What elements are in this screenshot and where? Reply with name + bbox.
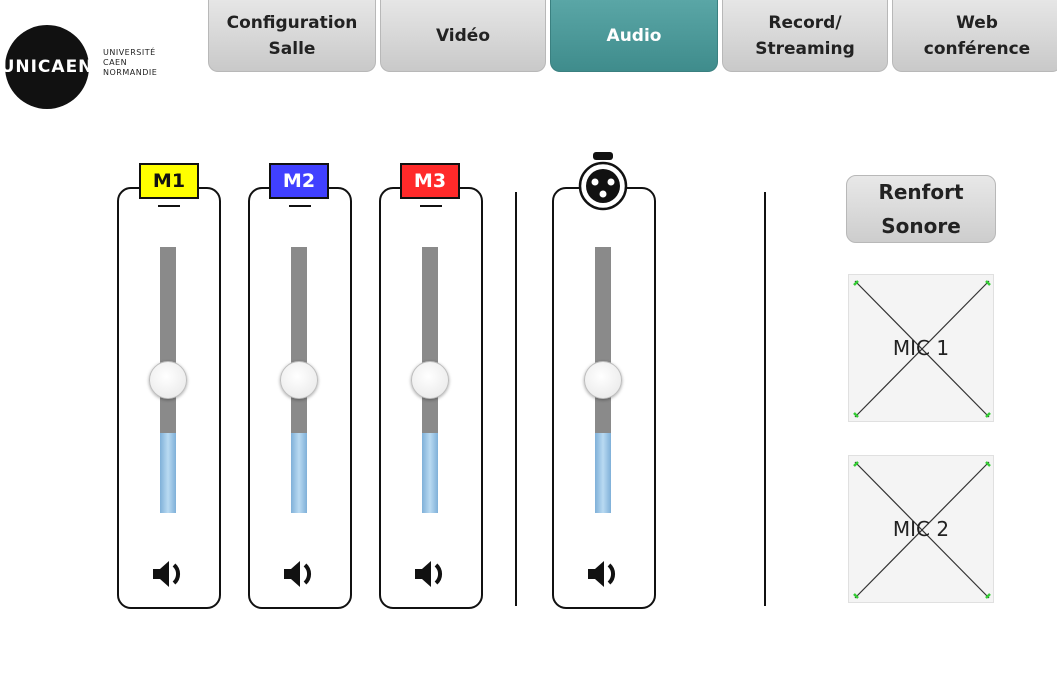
- logo-mark: UNICAEN: [1, 25, 92, 109]
- university-logo: UNICAEN UNIVERSITÉ CAEN NORMANDIE: [1, 20, 175, 110]
- speaker-icon[interactable]: [585, 556, 621, 592]
- fader-knob-xlr[interactable]: [584, 361, 622, 399]
- level-meter-m1: [160, 433, 176, 513]
- mic-2-button[interactable]: MIC 2: [848, 455, 994, 603]
- level-meter-m3: [422, 433, 438, 513]
- level-meter-m2: [291, 433, 307, 513]
- badge-underline: [289, 205, 311, 207]
- logo-text: UNIVERSITÉ CAEN NORMANDIE: [103, 48, 157, 78]
- badge-underline: [158, 205, 180, 207]
- logo-line-3: NORMANDIE: [103, 68, 158, 77]
- fader-knob-m1[interactable]: [149, 361, 187, 399]
- tab-video[interactable]: Vidéo: [380, 0, 546, 72]
- mic-1-label: MIC 1: [892, 336, 950, 360]
- renfort-sonore-button[interactable]: Renfort Sonore: [846, 175, 996, 243]
- tab-web-conference[interactable]: Web conférence: [892, 0, 1057, 72]
- xlr-connector-icon: [578, 152, 628, 211]
- fader-knob-m3[interactable]: [411, 361, 449, 399]
- logo-line-1: UNIVERSITÉ: [103, 48, 156, 57]
- mic-2-label: MIC 2: [892, 517, 950, 541]
- channel-badge-m3: M3: [400, 163, 460, 199]
- badge-underline: [420, 205, 442, 207]
- divider: [515, 192, 517, 606]
- speaker-icon[interactable]: [412, 556, 448, 592]
- tab-record-streaming[interactable]: Record/ Streaming: [722, 0, 888, 72]
- mic-1-button[interactable]: MIC 1: [848, 274, 994, 422]
- speaker-icon[interactable]: [281, 556, 317, 592]
- fader-knob-m2[interactable]: [280, 361, 318, 399]
- channel-badge-m1: M1: [139, 163, 199, 199]
- logo-line-2: CAEN: [103, 58, 128, 67]
- channel-badge-m2: M2: [269, 163, 329, 199]
- divider: [764, 192, 766, 606]
- speaker-icon[interactable]: [150, 556, 186, 592]
- tab-audio[interactable]: Audio: [550, 0, 718, 72]
- level-meter-xlr: [595, 433, 611, 513]
- tab-configuration-salle[interactable]: Configuration Salle: [208, 0, 376, 72]
